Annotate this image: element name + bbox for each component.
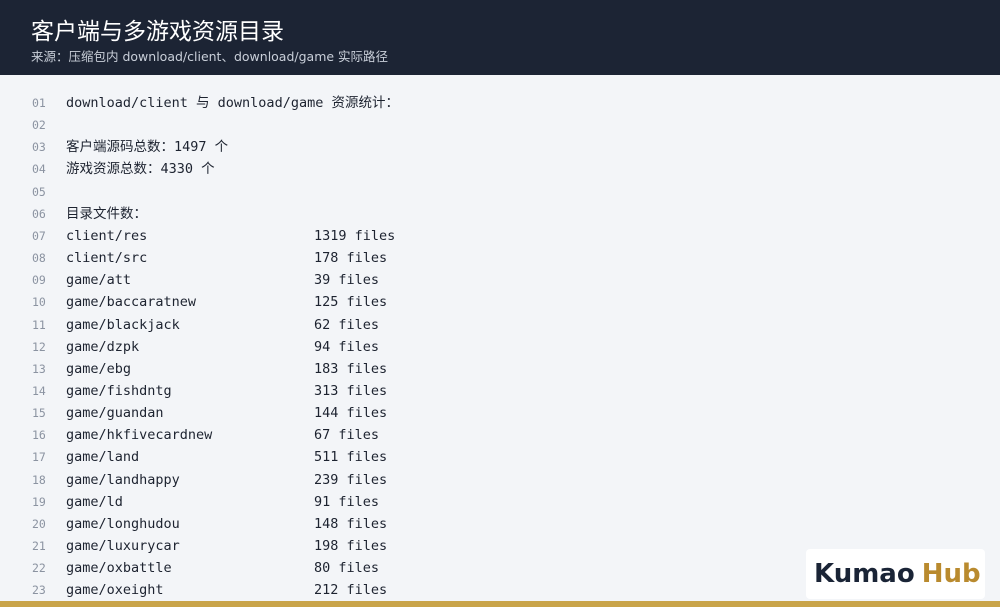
code-line: 06 目录文件数： bbox=[0, 203, 1000, 225]
line-number: 13 bbox=[32, 361, 46, 376]
line-number: 07 bbox=[32, 228, 46, 243]
line-number: 08 bbox=[32, 251, 46, 266]
line-text: game/ebg bbox=[66, 360, 132, 377]
line-number: 12 bbox=[32, 339, 46, 354]
line-text: game/guandan bbox=[66, 405, 164, 422]
line-text: 目录文件数： bbox=[66, 205, 147, 222]
code-listing: 01 download/client 与 download/game 资源统计： 0… bbox=[0, 75, 1000, 601]
file-count: 125 files bbox=[314, 294, 388, 311]
line-text: game/att bbox=[66, 272, 132, 289]
page-header: 客户端与多游戏资源目录 来源：压缩包内 download/client、down… bbox=[0, 0, 1000, 75]
line-text: game/baccaratnew bbox=[66, 294, 197, 311]
file-count: 67 files bbox=[314, 427, 380, 444]
code-line: 17 game/land 511 files bbox=[0, 446, 1000, 468]
line-number: 20 bbox=[32, 516, 46, 531]
file-count: 313 files bbox=[314, 382, 388, 399]
code-line: 15 game/guandan 144 files bbox=[0, 402, 1000, 424]
file-count: 511 files bbox=[314, 449, 388, 466]
line-text: client/src bbox=[66, 250, 148, 267]
code-line: 04 游戏资源总数：4330 个 bbox=[0, 158, 1000, 180]
line-text: game/landhappy bbox=[66, 471, 180, 488]
file-count: 62 files bbox=[314, 316, 380, 333]
line-number: 19 bbox=[32, 494, 46, 509]
file-count: 80 files bbox=[314, 560, 380, 577]
line-text: game/oxeight bbox=[66, 582, 164, 599]
line-text: game/oxbattle bbox=[66, 560, 172, 577]
page-subtitle: 来源：压缩包内 download/client、download/game 实际… bbox=[31, 49, 389, 64]
line-number: 06 bbox=[32, 206, 46, 221]
file-count: 148 files bbox=[314, 515, 388, 532]
line-text: game/land bbox=[66, 449, 140, 466]
line-number: 15 bbox=[32, 406, 46, 421]
code-line: 18 game/landhappy 239 files bbox=[0, 469, 1000, 491]
line-number: 05 bbox=[32, 184, 46, 199]
logo-text-secondary: Hub bbox=[921, 559, 981, 589]
file-count: 39 files bbox=[314, 272, 380, 289]
file-count: 178 files bbox=[314, 250, 388, 267]
line-text: 客户端源码总数：1497 个 bbox=[66, 139, 229, 156]
file-count: 94 files bbox=[314, 338, 380, 355]
file-count: 1319 files bbox=[314, 227, 396, 244]
file-count: 91 files bbox=[314, 493, 380, 510]
line-number: 17 bbox=[32, 450, 46, 465]
line-number: 10 bbox=[32, 295, 46, 310]
line-text: game/fishdntg bbox=[66, 382, 172, 399]
page-title: 客户端与多游戏资源目录 bbox=[31, 19, 284, 45]
line-text: game/blackjack bbox=[66, 316, 180, 333]
code-line: 08 client/src 178 files bbox=[0, 247, 1000, 269]
code-line: 11 game/blackjack 62 files bbox=[0, 314, 1000, 336]
line-number: 03 bbox=[32, 140, 46, 155]
file-count: 212 files bbox=[314, 582, 388, 599]
code-line: 16 game/hkfivecardnew 67 files bbox=[0, 424, 1000, 446]
line-number: 23 bbox=[32, 583, 46, 598]
brand-logo: Kumao Hub bbox=[806, 549, 985, 599]
line-number: 14 bbox=[32, 383, 46, 398]
code-line: 03 客户端源码总数：1497 个 bbox=[0, 136, 1000, 158]
code-line: 02 bbox=[0, 114, 1000, 136]
line-number: 18 bbox=[32, 472, 46, 487]
file-count: 198 files bbox=[314, 538, 388, 554]
code-line: 20 game/longhudou 148 files bbox=[0, 513, 1000, 535]
line-number: 01 bbox=[32, 96, 46, 110]
line-number: 22 bbox=[32, 561, 46, 576]
line-text: game/longhudou bbox=[66, 515, 180, 532]
code-line: 12 game/dzpk 94 files bbox=[0, 336, 1000, 358]
file-count: 183 files bbox=[314, 360, 388, 377]
code-line: 07 client/res 1319 files bbox=[0, 225, 1000, 247]
code-line: 10 game/baccaratnew 125 files bbox=[0, 291, 1000, 313]
line-number: 11 bbox=[32, 317, 46, 332]
line-text: client/res bbox=[66, 227, 148, 244]
file-count: 239 files bbox=[314, 471, 388, 488]
code-line: 01 download/client 与 download/game 资源统计： bbox=[0, 92, 1000, 114]
line-text: game/dzpk bbox=[66, 338, 140, 355]
line-number: 09 bbox=[32, 273, 46, 288]
code-line: 13 game/ebg 183 files bbox=[0, 358, 1000, 380]
line-text: 游戏资源总数：4330 个 bbox=[66, 161, 215, 178]
line-number: 04 bbox=[32, 162, 46, 177]
line-text: download/client 与 download/game 资源统计： bbox=[66, 95, 399, 111]
code-line: 19 game/ld 91 files bbox=[0, 491, 1000, 513]
code-line: 14 game/fishdntg 313 files bbox=[0, 380, 1000, 402]
line-text: game/ld bbox=[66, 493, 123, 510]
logo-text-primary: Kumao bbox=[814, 559, 915, 589]
line-number: 16 bbox=[32, 428, 46, 443]
line-number: 21 bbox=[32, 539, 46, 553]
file-count: 144 files bbox=[314, 405, 388, 422]
accent-bar bbox=[0, 601, 1000, 607]
line-text: game/luxurycar bbox=[66, 538, 180, 554]
code-line: 09 game/att 39 files bbox=[0, 269, 1000, 291]
line-number: 02 bbox=[32, 118, 46, 133]
code-line: 05 bbox=[0, 181, 1000, 203]
line-text: game/hkfivecardnew bbox=[66, 427, 213, 444]
